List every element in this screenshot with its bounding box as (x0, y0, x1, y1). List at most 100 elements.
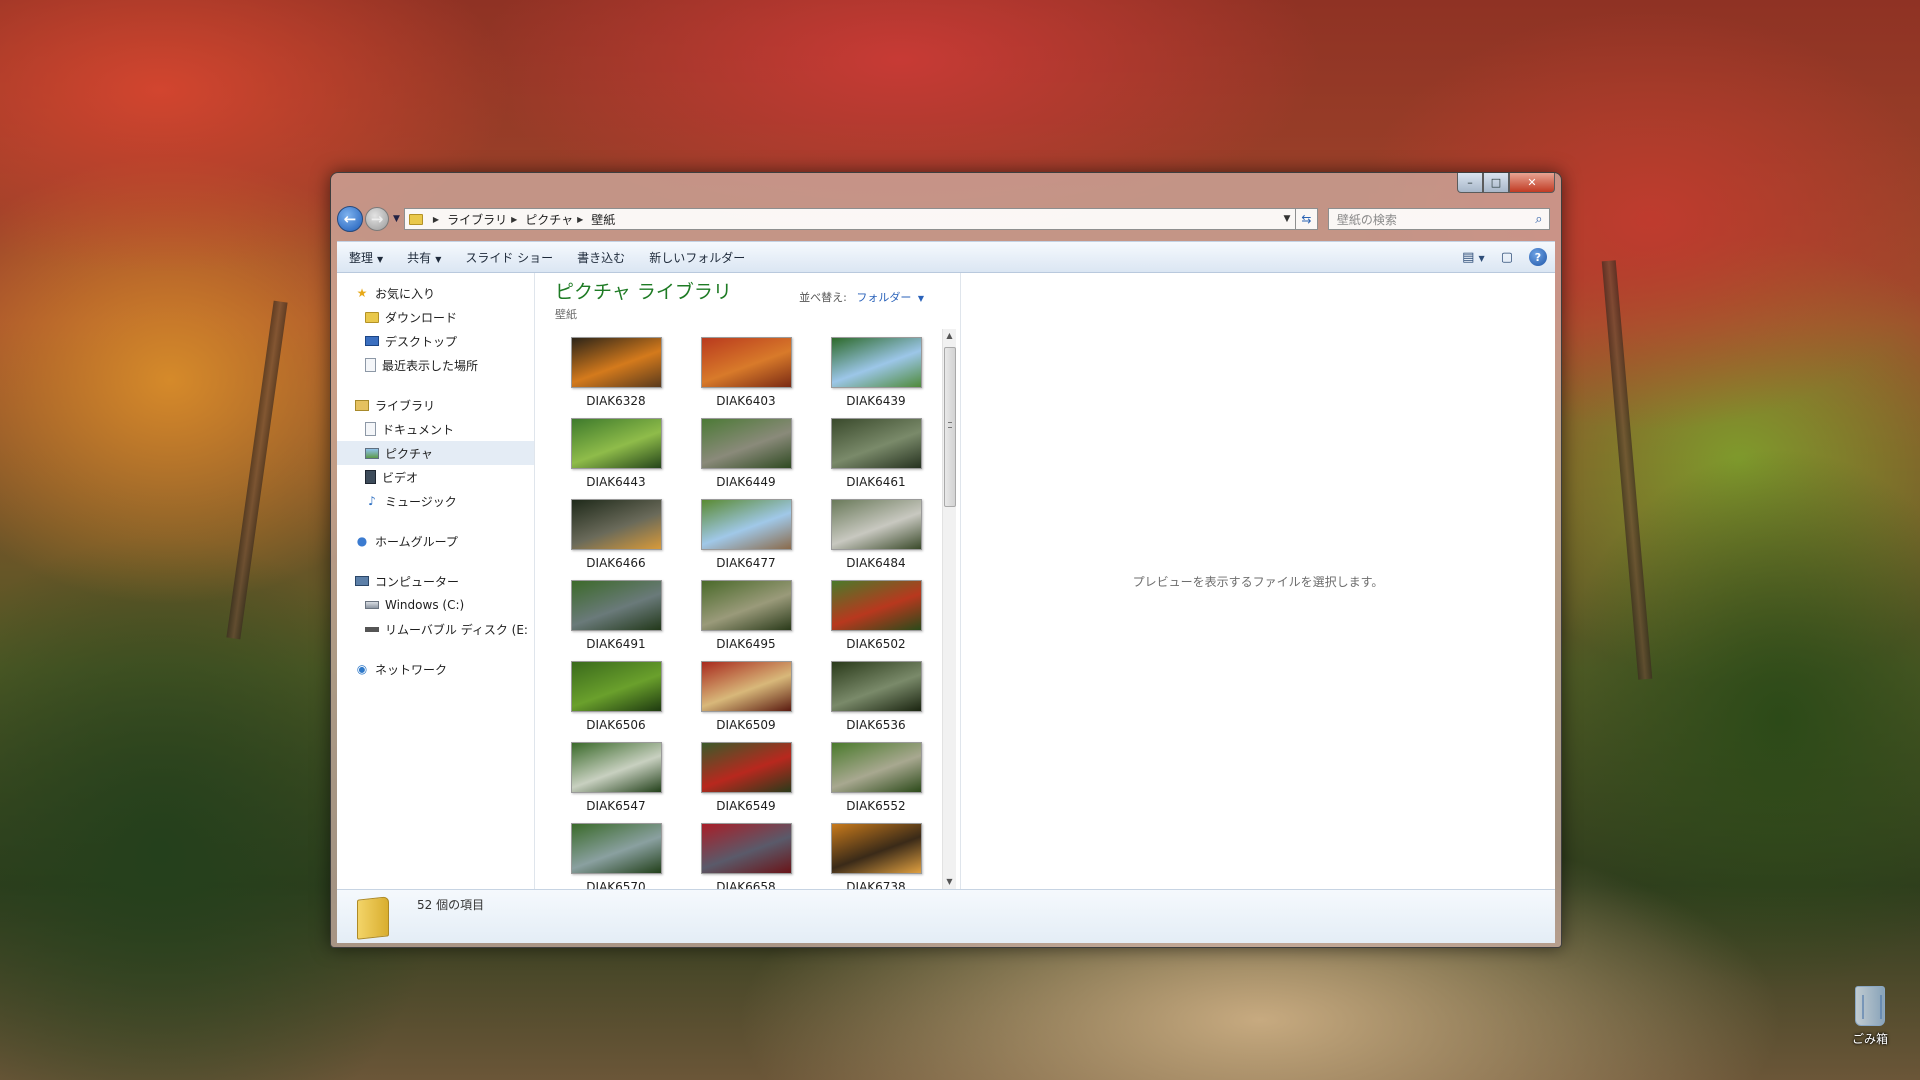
sidebar-item-network[interactable]: ◉ ネットワーク (337, 657, 534, 681)
file-tile[interactable]: DIAK6477 (681, 495, 811, 576)
help-icon[interactable]: ? (1529, 248, 1547, 266)
sidebar-item-drive-c[interactable]: Windows (C:) (337, 593, 534, 617)
file-tile[interactable]: DIAK6449 (681, 414, 811, 495)
file-tile[interactable]: DIAK6491 (551, 576, 681, 657)
sidebar-item-desktop[interactable]: デスクトップ (337, 329, 534, 353)
address-bar[interactable]: ▶ ライブラリ ▶ ピクチャ ▶ 壁紙 ▼ (403, 208, 1296, 230)
scroll-up-arrow[interactable]: ▲ (943, 329, 956, 343)
image-thumbnail[interactable] (700, 499, 792, 550)
forward-button[interactable]: → (365, 207, 389, 231)
image-thumbnail[interactable] (830, 418, 922, 469)
back-button[interactable]: ← (337, 206, 363, 232)
burn-button[interactable]: 書き込む (565, 249, 637, 266)
scroll-down-arrow[interactable]: ▼ (943, 875, 956, 889)
recycle-bin[interactable]: ごみ箱 (1840, 986, 1900, 1047)
minimize-button[interactable]: – (1457, 173, 1483, 193)
folder-icon (408, 213, 423, 225)
file-name: DIAK6549 (716, 799, 776, 813)
image-thumbnail[interactable] (700, 580, 792, 631)
file-name: DIAK6466 (586, 556, 646, 570)
file-name: DIAK6536 (846, 718, 906, 732)
sidebar-item-computer[interactable]: コンピューター (337, 569, 534, 593)
image-thumbnail[interactable] (570, 580, 662, 631)
chevron-right-icon[interactable]: ▶ (577, 215, 583, 224)
image-thumbnail[interactable] (570, 418, 662, 469)
arrange-by-dropdown[interactable]: フォルダー (856, 291, 911, 304)
image-thumbnail[interactable] (830, 337, 922, 388)
file-tile[interactable]: DIAK6552 (811, 738, 935, 819)
share-menu[interactable]: 共有 ▼ (395, 249, 453, 266)
chevron-right-icon[interactable]: ▶ (433, 215, 439, 224)
image-thumbnail[interactable] (830, 499, 922, 550)
file-name: DIAK6439 (846, 394, 906, 408)
organize-menu[interactable]: 整理 ▼ (337, 249, 395, 266)
sidebar-item-pictures[interactable]: ピクチャ (337, 441, 534, 465)
preview-message: プレビューを表示するファイルを選択します。 (1132, 574, 1384, 589)
image-thumbnail[interactable] (570, 337, 662, 388)
image-thumbnail[interactable] (700, 823, 792, 874)
file-tile[interactable]: DIAK6484 (811, 495, 935, 576)
file-tile[interactable]: DIAK6461 (811, 414, 935, 495)
sidebar-item-downloads[interactable]: ダウンロード (337, 305, 534, 329)
computer-icon (355, 576, 369, 586)
breadcrumb-pictures[interactable]: ピクチャ (525, 211, 573, 228)
preview-pane-toggle[interactable]: ▢ (1493, 250, 1521, 265)
file-tile[interactable]: DIAK6570 (551, 819, 681, 889)
file-tile[interactable]: DIAK6549 (681, 738, 811, 819)
image-thumbnail[interactable] (830, 580, 922, 631)
sidebar-item-recent-places[interactable]: 最近表示した場所 (337, 353, 534, 377)
sidebar-item-music[interactable]: ♪ ミュージック (337, 489, 534, 513)
file-tile[interactable]: DIAK6547 (551, 738, 681, 819)
file-tile[interactable]: DIAK6495 (681, 576, 811, 657)
file-tile[interactable]: DIAK6443 (551, 414, 681, 495)
chevron-right-icon[interactable]: ▶ (511, 215, 517, 224)
sidebar-item-videos[interactable]: ビデオ (337, 465, 534, 489)
image-thumbnail[interactable] (570, 742, 662, 793)
sidebar-item-documents[interactable]: ドキュメント (337, 417, 534, 441)
scroll-thumb[interactable] (944, 347, 956, 507)
image-thumbnail[interactable] (830, 823, 922, 874)
new-folder-button[interactable]: 新しいフォルダー (637, 249, 757, 266)
image-thumbnail[interactable] (830, 661, 922, 712)
file-tile[interactable]: DIAK6439 (811, 333, 935, 414)
address-history-dropdown[interactable]: ▼ (1279, 214, 1295, 224)
caret-down-icon[interactable]: ▼ (918, 294, 924, 303)
image-thumbnail[interactable] (700, 418, 792, 469)
image-thumbnail[interactable] (570, 823, 662, 874)
file-tile[interactable]: DIAK6328 (551, 333, 681, 414)
refresh-icon: ⇆ (1301, 212, 1312, 226)
search-input[interactable]: 壁紙の検索 ⌕ (1327, 208, 1550, 230)
maximize-button[interactable]: □ (1483, 173, 1509, 193)
image-thumbnail[interactable] (700, 337, 792, 388)
view-options-button[interactable]: ▤ ▼ (1454, 250, 1493, 265)
vertical-scrollbar[interactable]: ▲ ▼ (942, 329, 956, 889)
search-icon[interactable]: ⌕ (1529, 212, 1549, 227)
slideshow-button[interactable]: スライド ショー (453, 249, 565, 266)
refresh-button[interactable]: ⇆ (1295, 208, 1318, 230)
sidebar-item-favorites[interactable]: ★ お気に入り (337, 281, 534, 305)
file-tile[interactable]: DIAK6738 (811, 819, 935, 889)
breadcrumb-wallpaper[interactable]: 壁紙 (591, 211, 615, 228)
file-tile[interactable]: DIAK6466 (551, 495, 681, 576)
sidebar-item-libraries[interactable]: ライブラリ (337, 393, 534, 417)
file-tile[interactable]: DIAK6506 (551, 657, 681, 738)
image-thumbnail[interactable] (700, 742, 792, 793)
file-tile[interactable]: DIAK6536 (811, 657, 935, 738)
close-button[interactable]: ✕ (1509, 173, 1555, 193)
file-name: DIAK6570 (586, 880, 646, 889)
image-thumbnail[interactable] (570, 661, 662, 712)
image-thumbnail[interactable] (700, 661, 792, 712)
sidebar-item-removable-disk[interactable]: リムーバブル ディスク (E: (337, 617, 534, 641)
sidebar-item-homegroup[interactable]: ● ホームグループ (337, 529, 534, 553)
file-tile[interactable]: DIAK6502 (811, 576, 935, 657)
file-tile[interactable]: DIAK6403 (681, 333, 811, 414)
breadcrumb-libraries[interactable]: ライブラリ (447, 211, 507, 228)
file-tile[interactable]: DIAK6509 (681, 657, 811, 738)
image-thumbnail[interactable] (570, 499, 662, 550)
file-tile[interactable]: DIAK6658 (681, 819, 811, 889)
image-thumbnail[interactable] (830, 742, 922, 793)
file-name: DIAK6403 (716, 394, 776, 408)
file-list-pane: ピクチャ ライブラリ 壁紙 並べ替え: フォルダー ▼ DIAK6328 DIAK… (535, 273, 961, 889)
arrow-right-icon: → (370, 210, 384, 228)
recent-pages-dropdown[interactable]: ▼ (393, 214, 400, 224)
